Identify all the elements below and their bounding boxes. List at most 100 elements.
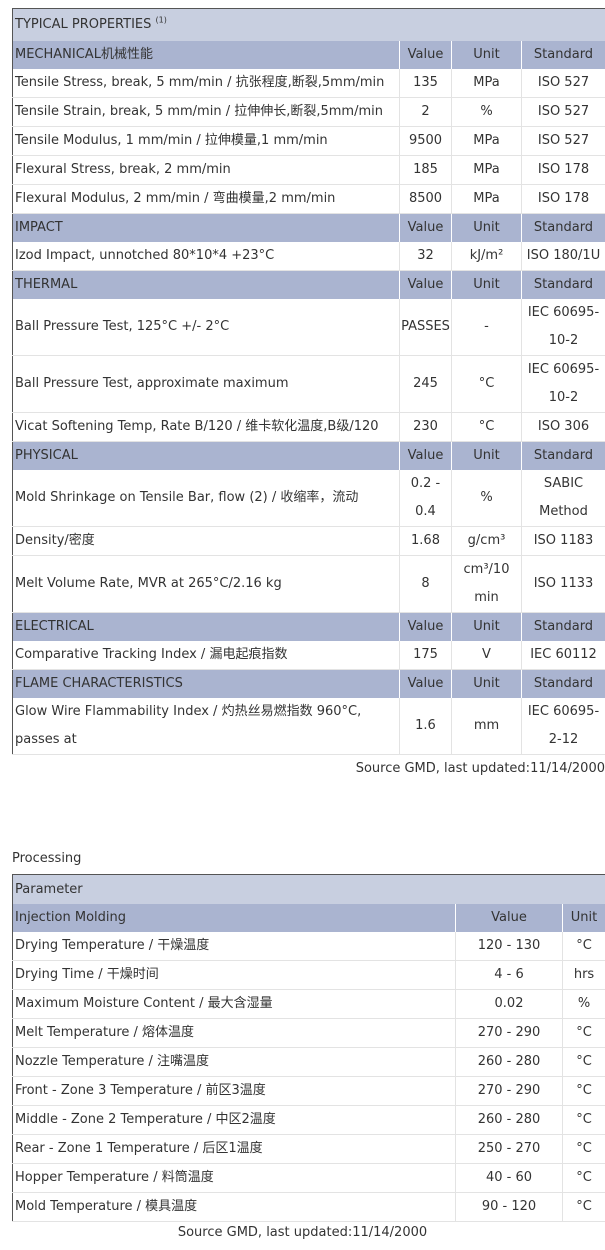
- processing-row: Front - Zone 3 Temperature / 前区3温度 270 - …: [12, 1076, 605, 1106]
- property-standard: ISO 306: [521, 412, 605, 442]
- property-standard: IEC 60695-2-12: [521, 698, 605, 755]
- processing-value: 0.02: [455, 989, 563, 1019]
- processing-source-note: Source GMD, last updated:11/14/2000: [177, 1225, 428, 1240]
- property-row: Glow Wire Flammability Index / 灼热丝易燃指数 9…: [12, 698, 605, 755]
- processing-parameter-row: Parameter: [11, 874, 605, 904]
- property-value: 230: [399, 412, 452, 442]
- column-header-unit: Unit: [451, 612, 522, 641]
- property-row: Tensile Stress, break, 5 mm/min / 抗张程度,断…: [12, 69, 605, 98]
- property-row: Flexural Modulus, 2 mm/min / 弯曲模量,2 mm/m…: [12, 184, 605, 214]
- property-unit: MPa: [451, 155, 522, 185]
- property-value: 1.6: [399, 698, 452, 755]
- property-name: Tensile Modulus, 1 mm/min / 拉伸模量,1 mm/mi…: [12, 126, 400, 156]
- processing-parameter: Drying Time / 干燥时间: [12, 960, 456, 990]
- section-header-row: THERMAL Value Unit Standard: [12, 270, 605, 299]
- processing-unit: °C: [562, 1163, 605, 1193]
- property-row: Tensile Modulus, 1 mm/min / 拉伸模量,1 mm/mi…: [12, 126, 605, 156]
- processing-row: Drying Temperature / 干燥温度 120 - 130 °C: [12, 932, 605, 961]
- property-unit: g/cm³: [451, 526, 522, 556]
- property-value: 2: [399, 97, 452, 127]
- property-unit: °C: [451, 412, 522, 442]
- property-unit: V: [451, 641, 522, 670]
- column-header-unit: Unit: [451, 441, 522, 470]
- property-value: 8500: [399, 184, 452, 214]
- column-header-standard: Standard: [521, 612, 605, 641]
- property-unit: MPa: [451, 126, 522, 156]
- processing-parameter-header: Parameter: [11, 874, 605, 904]
- processing-row: Hopper Temperature / 料筒温度 40 - 60 °C: [12, 1163, 605, 1193]
- processing-value: 260 - 280: [455, 1047, 563, 1077]
- processing-heading: Processing: [12, 851, 82, 866]
- column-header-unit: Unit: [451, 213, 522, 242]
- properties-title: TYPICAL PROPERTIES (1): [12, 8, 605, 41]
- property-value: PASSES: [399, 299, 452, 356]
- processing-parameter: Melt Temperature / 熔体温度: [12, 1018, 456, 1048]
- section-name: MECHANICAL机械性能: [12, 41, 400, 69]
- processing-unit: hrs: [562, 960, 605, 990]
- property-standard: ISO 178: [521, 155, 605, 185]
- property-name: Glow Wire Flammability Index / 灼热丝易燃指数 9…: [12, 698, 400, 755]
- properties-title-text: TYPICAL PROPERTIES: [15, 17, 152, 32]
- property-value: 245: [399, 355, 452, 413]
- property-standard: ISO 178: [521, 184, 605, 214]
- property-name: Ball Pressure Test, 125°C +/- 2°C: [12, 299, 400, 356]
- property-unit: mm: [451, 698, 522, 755]
- processing-row: Drying Time / 干燥时间 4 - 6 hrs: [12, 960, 605, 990]
- property-name: Density/密度: [12, 526, 400, 556]
- processing-table-wrap: Parameter Injection Molding Value Unit Dryi…: [11, 874, 605, 1222]
- property-row: Comparative Tracking Index / 漏电起痕指数 175 V I…: [12, 641, 605, 670]
- processing-value: 120 - 130: [455, 932, 563, 961]
- section-name: FLAME CHARACTERISTICS: [12, 669, 400, 698]
- property-unit: %: [451, 470, 522, 527]
- processing-parameter: Maximum Moisture Content / 最大含湿量: [12, 989, 456, 1019]
- property-standard: ISO 527: [521, 97, 605, 127]
- processing-parameter: Middle - Zone 2 Temperature / 中区2温度: [12, 1105, 456, 1135]
- property-standard: ISO 527: [521, 69, 605, 98]
- processing-row: Nozzle Temperature / 注嘴温度 260 - 280 °C: [12, 1047, 605, 1077]
- property-unit: %: [451, 97, 522, 127]
- property-standard: IEC 60695-10-2: [521, 355, 605, 413]
- column-header-standard: Standard: [521, 441, 605, 470]
- processing-table: Parameter Injection Molding Value Unit Dryi…: [11, 874, 605, 1222]
- property-row: Flexural Stress, break, 2 mm/min 185 MPa IS…: [12, 155, 605, 185]
- column-header-standard: Standard: [521, 669, 605, 698]
- processing-parameter: Rear - Zone 1 Temperature / 后区1温度: [12, 1134, 456, 1164]
- property-standard: ISO 527: [521, 126, 605, 156]
- property-name: Vicat Softening Temp, Rate B/120 / 维卡软化温…: [12, 412, 400, 442]
- processing-unit: °C: [562, 1134, 605, 1164]
- property-unit: -: [451, 299, 522, 356]
- property-row: Density/密度 1.68 g/cm³ ISO 1183: [12, 526, 605, 556]
- property-unit: °C: [451, 355, 522, 413]
- property-row: Vicat Softening Temp, Rate B/120 / 维卡软化温…: [12, 412, 605, 442]
- column-header-value: Value: [399, 441, 452, 470]
- property-value: 1.68: [399, 526, 452, 556]
- section-name: ELECTRICAL: [12, 612, 400, 641]
- section-header-row: ELECTRICAL Value Unit Standard: [12, 612, 605, 641]
- property-standard: SABIC Method: [521, 470, 605, 527]
- property-value: 175: [399, 641, 452, 670]
- column-header-unit: Unit: [451, 270, 522, 299]
- processing-section-name: Injection Molding: [12, 904, 456, 932]
- processing-section-header-row: Injection Molding Value Unit: [12, 904, 605, 932]
- column-header-value: Value: [399, 41, 452, 69]
- property-standard: ISO 1133: [521, 555, 605, 613]
- property-unit: cm³/10 min: [451, 555, 522, 613]
- processing-value: 270 - 290: [455, 1076, 563, 1106]
- property-name: Mold Shrinkage on Tensile Bar, flow (2) …: [12, 470, 400, 527]
- property-row: Mold Shrinkage on Tensile Bar, flow (2) …: [12, 470, 605, 527]
- property-value: 135: [399, 69, 452, 98]
- property-standard: ISO 1183: [521, 526, 605, 556]
- property-standard: ISO 180/1U: [521, 242, 605, 271]
- processing-unit: %: [562, 989, 605, 1019]
- processing-unit: °C: [562, 1105, 605, 1135]
- properties-title-footnote: (1): [155, 15, 167, 25]
- column-header-unit: Unit: [562, 904, 605, 932]
- property-name: Melt Volume Rate, MVR at 265°C/2.16 kg: [12, 555, 400, 613]
- property-value: 32: [399, 242, 452, 271]
- section-header-row: FLAME CHARACTERISTICS Value Unit Standard: [12, 669, 605, 698]
- property-row: Tensile Strain, break, 5 mm/min / 拉伸伸长,断…: [12, 97, 605, 127]
- column-header-standard: Standard: [521, 213, 605, 242]
- property-name: Flexural Stress, break, 2 mm/min: [12, 155, 400, 185]
- property-row: Melt Volume Rate, MVR at 265°C/2.16 kg 8 c…: [12, 555, 605, 613]
- processing-value: 260 - 280: [455, 1105, 563, 1135]
